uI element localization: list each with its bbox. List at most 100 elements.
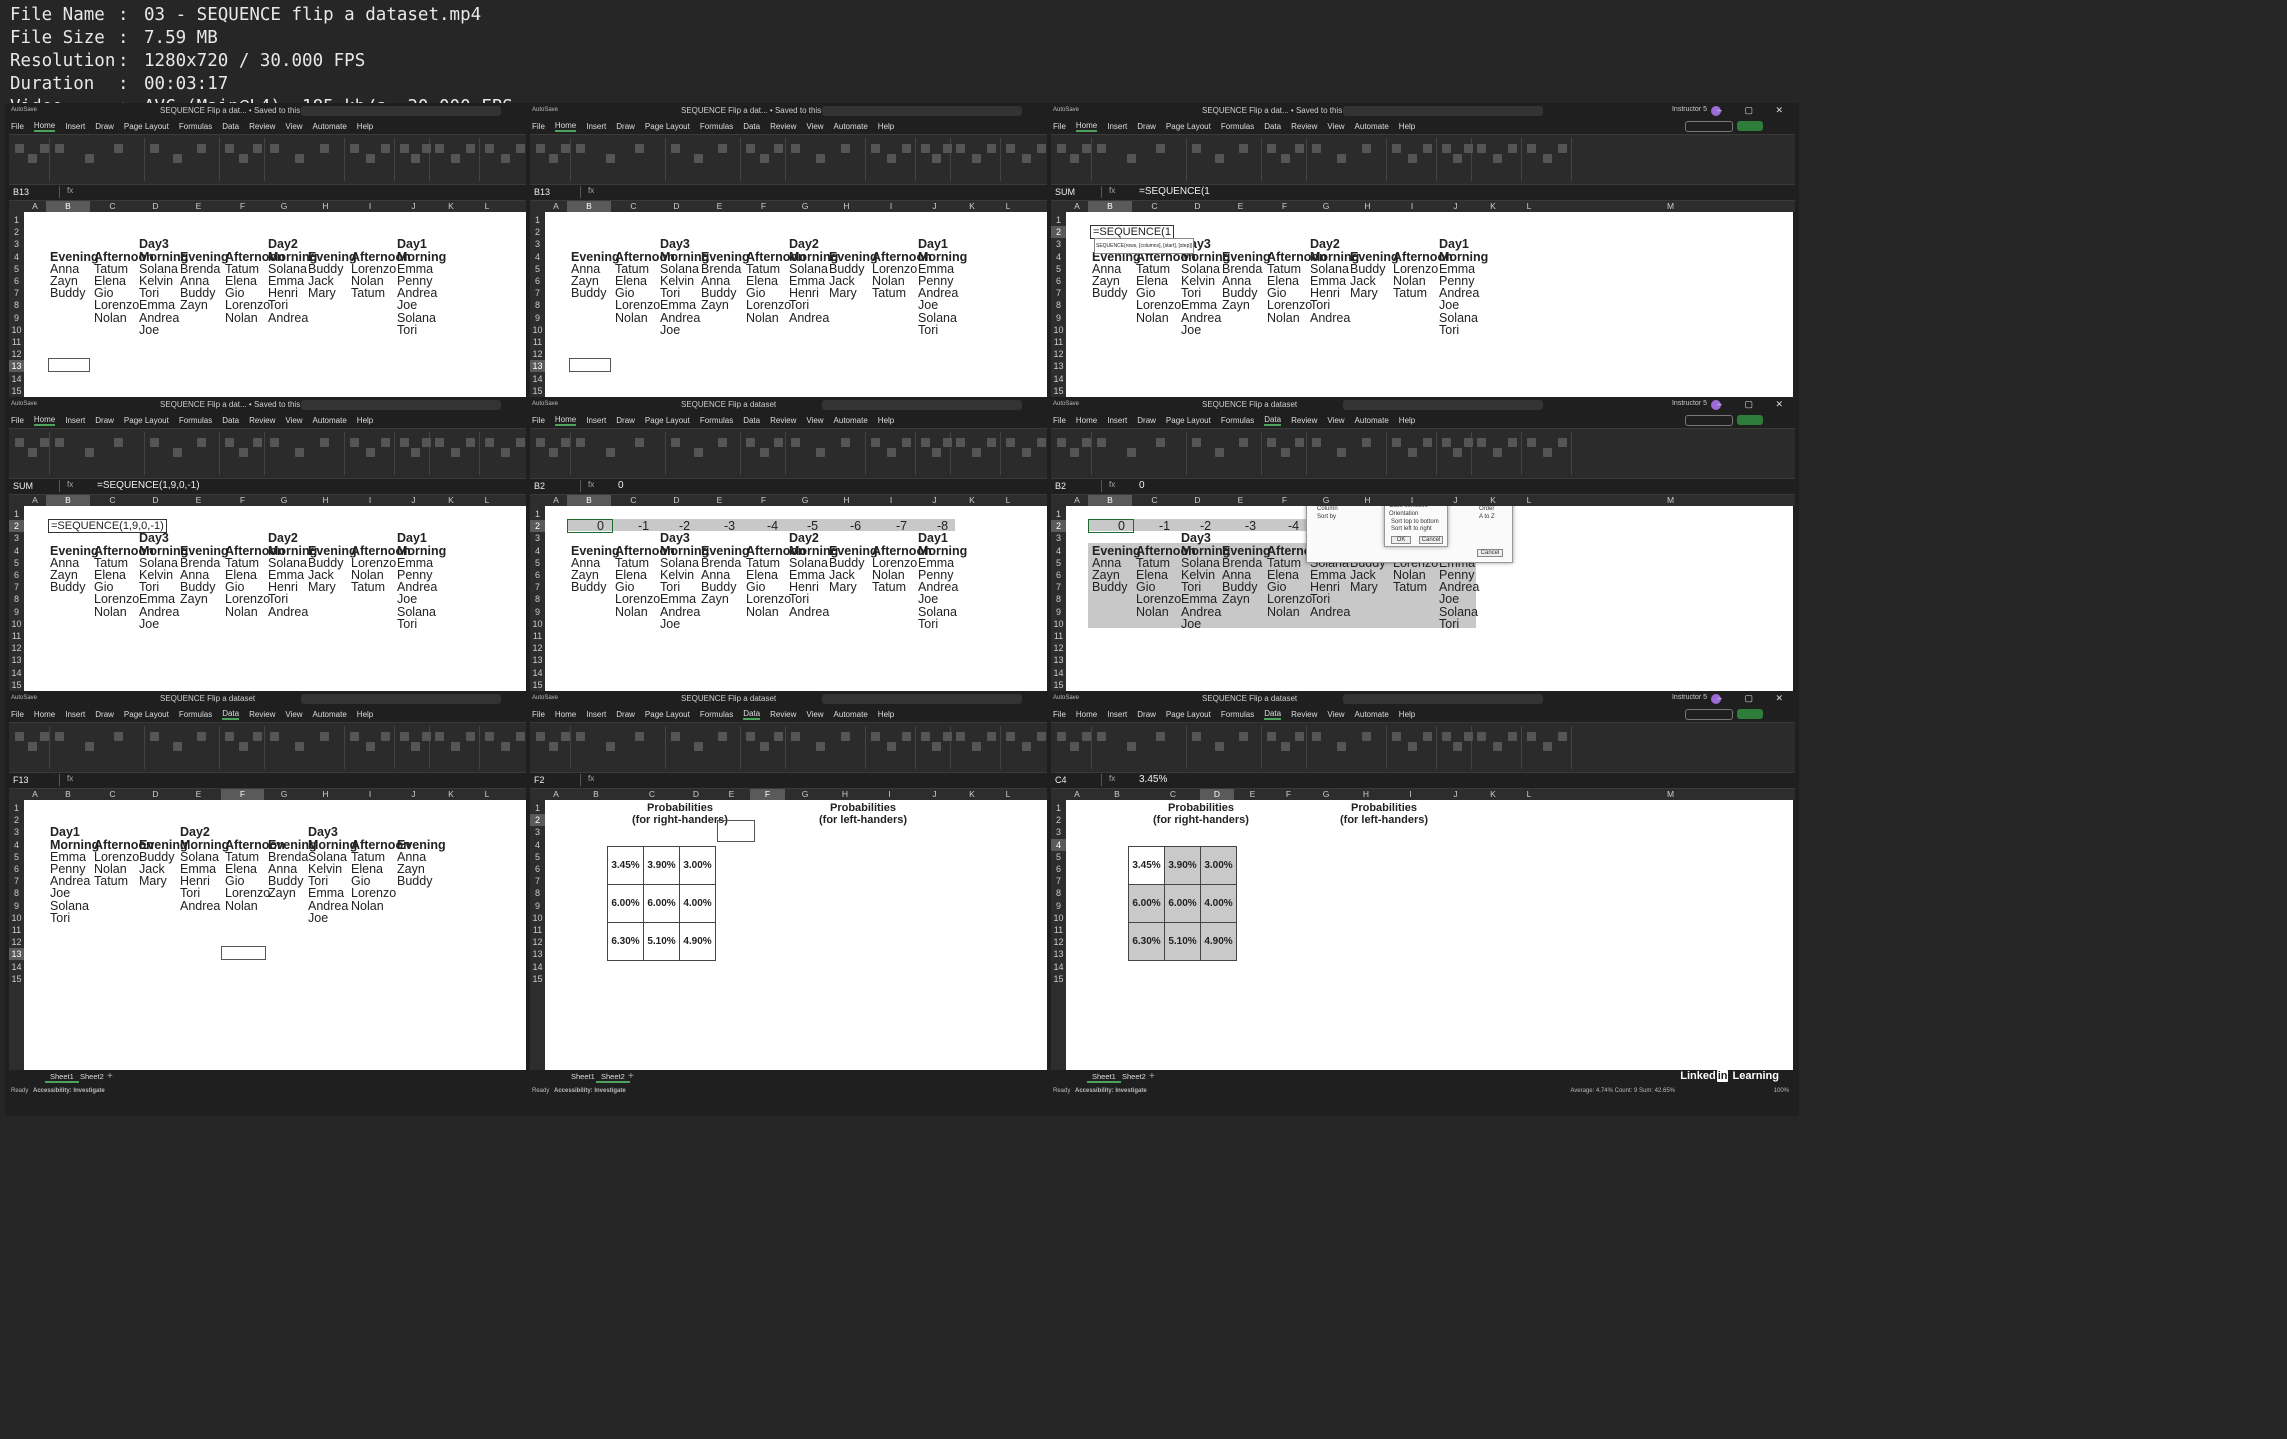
ribbon-icon[interactable]	[576, 144, 585, 153]
ribbon-icon[interactable]	[1021, 154, 1031, 163]
sheet-tab-sheet1[interactable]: Sheet1	[1087, 1072, 1121, 1083]
ribbon-icon[interactable]	[1097, 144, 1106, 153]
tab-file[interactable]: File	[1053, 710, 1066, 719]
ribbon-icon[interactable]	[561, 144, 570, 153]
tab-view[interactable]: View	[285, 710, 302, 719]
ribbon-icon[interactable]	[1452, 154, 1462, 163]
ribbon-icon[interactable]	[548, 448, 558, 457]
column-header-H[interactable]: H	[1346, 495, 1389, 506]
tab-data[interactable]: Data	[743, 122, 760, 131]
tab-file[interactable]: File	[1053, 416, 1066, 425]
ribbon-icon[interactable]	[1267, 438, 1276, 447]
column-header-L[interactable]: L	[468, 495, 506, 506]
ribbon-icon[interactable]	[1215, 448, 1225, 457]
ribbon-icon[interactable]	[381, 732, 391, 741]
tab-automate[interactable]: Automate	[1355, 416, 1389, 425]
column-header-I[interactable]: I	[868, 201, 914, 212]
tab-home[interactable]: Home	[33, 121, 56, 132]
ribbon-icon[interactable]	[931, 154, 941, 163]
row-header-6[interactable]: 6	[9, 863, 24, 875]
row-header-13[interactable]: 13	[9, 654, 24, 666]
sheet-tab-sheet2[interactable]: Sheet2	[1117, 1072, 1151, 1081]
ribbon-icon[interactable]	[1037, 144, 1047, 153]
ribbon-icon[interactable]	[1312, 438, 1321, 447]
ribbon-icon[interactable]	[635, 144, 645, 153]
tab-home[interactable]: Home	[1076, 710, 1097, 719]
ribbon-icon[interactable]	[1021, 448, 1031, 457]
row-header-11[interactable]: 11	[9, 336, 24, 348]
search-box[interactable]	[822, 106, 1022, 116]
accessibility-status[interactable]: Accessibility: Investigate	[554, 1088, 626, 1094]
ribbon-icon[interactable]	[1337, 448, 1346, 457]
column-header-F[interactable]: F	[221, 789, 264, 800]
ribbon-icon[interactable]	[1527, 144, 1536, 153]
sort-options-cancel-button[interactable]: Cancel	[1419, 536, 1443, 544]
ribbon-icon[interactable]	[350, 438, 359, 447]
tab-page-layout[interactable]: Page Layout	[1166, 122, 1211, 131]
ribbon-icon[interactable]	[84, 742, 94, 751]
ribbon-icon[interactable]	[239, 154, 249, 163]
column-header-H[interactable]: H	[1346, 201, 1389, 212]
ribbon-icon[interactable]	[435, 144, 444, 153]
tab-file[interactable]: File	[11, 416, 24, 425]
row-header-9[interactable]: 9	[530, 606, 545, 618]
row-header-5[interactable]: 5	[530, 851, 545, 863]
tab-page-layout[interactable]: Page Layout	[1166, 416, 1211, 425]
probability-cell[interactable]: 6.00%	[1164, 884, 1201, 923]
column-header-J[interactable]: J	[1435, 789, 1476, 800]
column-header-K[interactable]: K	[1476, 495, 1510, 506]
row-header-8[interactable]: 8	[530, 299, 545, 311]
tab-automate[interactable]: Automate	[834, 122, 868, 131]
column-header-G[interactable]: G	[785, 789, 825, 800]
ribbon-icon[interactable]	[1069, 742, 1079, 751]
ribbon-icon[interactable]	[1542, 448, 1552, 457]
column-header-J[interactable]: J	[914, 495, 955, 506]
search-box[interactable]	[1343, 400, 1543, 410]
column-header-B[interactable]: B	[567, 201, 611, 212]
ribbon-icon[interactable]	[1192, 144, 1201, 153]
case-sensitive-checkbox[interactable]: Case sensitive	[1389, 506, 1428, 509]
tab-view[interactable]: View	[1327, 416, 1344, 425]
sheet-tab-sheet2[interactable]: Sheet2	[596, 1072, 630, 1083]
window-controls[interactable]: – ▢ ✕	[1717, 693, 1793, 704]
ribbon-icon[interactable]	[1069, 154, 1079, 163]
row-header-5[interactable]: 5	[9, 263, 24, 275]
row-header-15[interactable]: 15	[1051, 973, 1066, 985]
window-controls[interactable]: – ▢ ✕	[1717, 399, 1793, 410]
column-header-D[interactable]: D	[1200, 789, 1234, 800]
ribbon-icon[interactable]	[253, 438, 263, 447]
ribbon-icon[interactable]	[381, 438, 391, 447]
row-header-10[interactable]: 10	[530, 912, 545, 924]
ribbon-icon[interactable]	[1295, 438, 1305, 447]
tab-automate[interactable]: Automate	[313, 416, 347, 425]
tab-formulas[interactable]: Formulas	[1221, 416, 1254, 425]
ribbon-icon[interactable]	[320, 144, 329, 153]
ribbon-icon[interactable]	[717, 732, 727, 741]
ribbon-icon[interactable]	[1508, 732, 1518, 741]
ribbon-icon[interactable]	[1442, 438, 1451, 447]
row-header-9[interactable]: 9	[1051, 900, 1066, 912]
column-header-L[interactable]: L	[468, 789, 506, 800]
ribbon-icon[interactable]	[173, 448, 183, 457]
column-header-K[interactable]: K	[434, 495, 468, 506]
row-header-14[interactable]: 14	[530, 667, 545, 679]
row-header-7[interactable]: 7	[530, 875, 545, 887]
ribbon-icon[interactable]	[1477, 144, 1486, 153]
column-header-G[interactable]: G	[1306, 495, 1346, 506]
probability-cell[interactable]: 6.30%	[1128, 922, 1165, 961]
tab-data[interactable]: Data	[222, 416, 239, 425]
column-header-M[interactable]: M	[1548, 201, 1793, 212]
ribbon-icon[interactable]	[1295, 732, 1305, 741]
column-header-L[interactable]: L	[989, 789, 1027, 800]
ribbon-icon[interactable]	[485, 438, 494, 447]
ribbon-icon[interactable]	[1442, 144, 1451, 153]
autosave-toggle[interactable]: AutoSave	[11, 401, 37, 407]
tab-help[interactable]: Help	[357, 416, 373, 425]
sheet-tab-sheet1[interactable]: Sheet1	[566, 1072, 600, 1081]
ribbon-icon[interactable]	[1267, 732, 1276, 741]
column-header-G[interactable]: G	[785, 495, 825, 506]
ribbon-icon[interactable]	[400, 144, 409, 153]
ribbon-icon[interactable]	[450, 742, 460, 751]
row-header-7[interactable]: 7	[1051, 875, 1066, 887]
column-header-C[interactable]: C	[611, 201, 656, 212]
